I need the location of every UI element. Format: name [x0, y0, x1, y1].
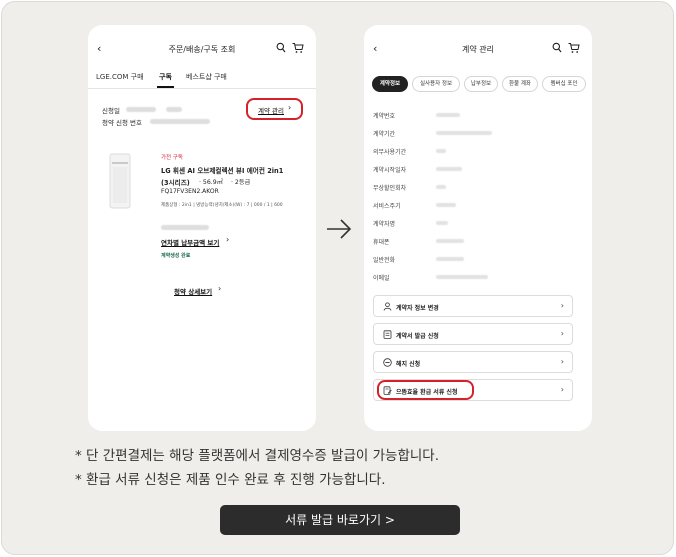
- chip-contract-info[interactable]: 계약정보: [372, 76, 408, 92]
- document-icon: [383, 330, 392, 339]
- product-model: FQ17FV3EN2.AKOR: [161, 188, 219, 195]
- tab-bestshop-purchase[interactable]: 베스트샵 구매: [186, 72, 227, 82]
- chevron-right-icon: ›: [226, 235, 230, 244]
- field-value: [436, 185, 446, 189]
- product-area: · 56.9㎡: [199, 179, 223, 186]
- field-label: 서비스주기: [373, 203, 401, 210]
- air-conditioner-image: [109, 153, 131, 209]
- product-name-line2: (3시리즈): [161, 179, 190, 187]
- cancel-contract-button[interactable]: 해지 신청 ›: [373, 351, 573, 373]
- cart-icon[interactable]: [568, 42, 580, 54]
- arrow-right-icon: [327, 219, 352, 239]
- field-label: 이메일: [373, 275, 390, 282]
- tab-lge-purchase[interactable]: LGE.COM 구매: [96, 72, 144, 82]
- edit-contractor-info-button[interactable]: 계약자 정보 변경 ›: [373, 295, 573, 317]
- contract-status-badge: 계약생성 완료: [161, 253, 191, 259]
- apply-date-extra: [166, 107, 182, 112]
- subscription-tabs: LGE.COM 구매 구독 베스트샵 구매: [88, 69, 316, 89]
- field-label: 계약자명: [373, 221, 396, 228]
- chevron-right-icon: ›: [560, 301, 564, 310]
- menu-label: 해지 신청: [396, 361, 421, 368]
- contract-manage-screen: ‹ 계약 관리 계약정보 실사용자 정보 납부정보 환불 계좌 멤버십 포인 계…: [364, 25, 592, 431]
- search-icon[interactable]: [552, 42, 562, 54]
- contract-no-label: 청약 신청 번호: [102, 119, 143, 127]
- chip-membership-point[interactable]: 멤버십 포인: [542, 76, 586, 92]
- contract-manage-link[interactable]: 계약 관리: [258, 105, 284, 115]
- field-value: [436, 239, 464, 243]
- search-icon[interactable]: [276, 42, 286, 54]
- left-header: ‹ 주문/배송/구독 조회: [88, 25, 316, 75]
- field-label: 의무사용기간: [373, 149, 407, 156]
- guide-panel: ‹ 주문/배송/구독 조회 LGE.COM 구매 구독 베스트샵 구매 신청일 …: [1, 1, 674, 555]
- product-name-line1: LG 휘센 AI 오브제컬렉션 뷰I 에어컨 2in1: [161, 167, 284, 175]
- document-issue-shortcut-button[interactable]: 서류 발급 바로가기 >: [220, 505, 460, 535]
- chevron-right-icon: ›: [288, 103, 292, 112]
- product-grade: · 2등급: [231, 179, 251, 186]
- subscription-detail-link[interactable]: 청약 상세보기: [174, 286, 212, 296]
- chip-payment-info[interactable]: 납부정보: [464, 76, 498, 92]
- field-value: [436, 131, 492, 135]
- field-label: 휴대폰: [373, 239, 390, 246]
- field-label: 일반전화: [373, 257, 396, 264]
- contract-document-request-button[interactable]: 계약서 발급 신청 ›: [373, 323, 573, 345]
- apply-date-label: 신청일: [102, 107, 120, 115]
- chevron-right-icon: ›: [560, 385, 564, 394]
- field-value: [436, 167, 462, 171]
- note-line: * 단 간편결제는 해당 플랫폼에서 결제영수증 발급이 가능합니다.: [75, 448, 439, 464]
- menu-label: 계약자 정보 변경: [396, 305, 439, 312]
- field-value: [436, 203, 456, 207]
- field-value: [436, 221, 448, 225]
- field-value: [436, 113, 460, 117]
- field-label: 계약번호: [373, 113, 396, 120]
- cart-icon[interactable]: [292, 42, 304, 54]
- user-icon: [383, 302, 392, 311]
- product-category: 가전 구독: [161, 155, 183, 161]
- field-value: [436, 149, 446, 153]
- field-label: 무상할인회차: [373, 185, 407, 192]
- order-inquiry-screen: ‹ 주문/배송/구독 조회 LGE.COM 구매 구독 베스트샵 구매 신청일 …: [88, 25, 316, 431]
- chevron-right-icon: ›: [560, 357, 564, 366]
- product-price-blurred: [161, 225, 209, 230]
- field-value: [436, 257, 464, 261]
- field-label: 계약시작일자: [373, 167, 407, 174]
- chip-user-info[interactable]: 실사용자 정보: [412, 76, 460, 92]
- menu-label: 계약서 발급 신청: [396, 333, 439, 340]
- field-label: 계약기간: [373, 131, 396, 138]
- minus-circle-icon: [383, 358, 392, 367]
- apply-date-value: [126, 107, 156, 112]
- field-value: [436, 275, 488, 279]
- chevron-right-icon: ›: [560, 329, 564, 338]
- product-spec: 제품상형 : 2in1 | 냉방능력(냉치/제소)(W) : 7 | 000 /…: [161, 203, 283, 208]
- chip-refund-account[interactable]: 환불 계좌: [502, 76, 538, 92]
- tab-subscription[interactable]: 구독: [157, 72, 174, 88]
- refund-document-highlight: [377, 380, 474, 400]
- note-line: * 환급 서류 신청은 제품 인수 완료 후 진행 가능합니다.: [75, 472, 386, 488]
- right-header: ‹ 계약 관리: [364, 25, 592, 75]
- yearly-payment-link[interactable]: 연차별 납부금액 보기: [161, 237, 219, 247]
- contract-no-value: [150, 119, 210, 124]
- chevron-right-icon: ›: [218, 284, 222, 293]
